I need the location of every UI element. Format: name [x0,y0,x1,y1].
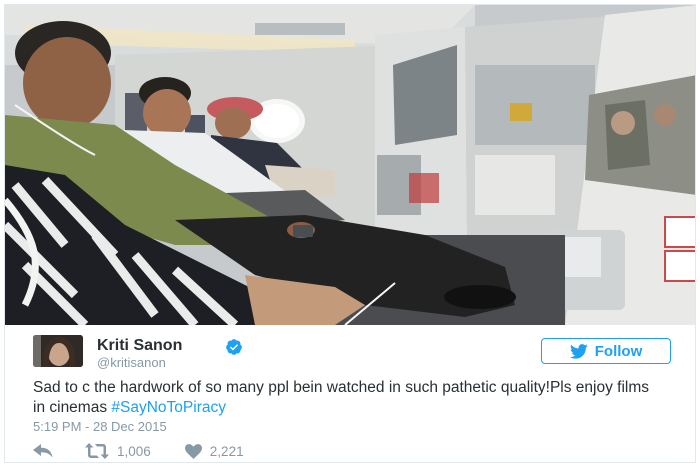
reply-button[interactable] [33,444,53,458]
verified-badge-icon [225,338,243,356]
like-button[interactable]: 2,221 [184,443,244,459]
profile-photo [33,335,83,367]
follow-label: Follow [594,342,643,360]
author-name[interactable]: Kriti Sanon [97,337,182,355]
tweet-text: Sad to c the hardwork of so many ppl bei… [33,378,653,418]
hashtag-link[interactable]: #SayNoToPiracy [111,399,226,416]
retweet-button[interactable]: 1,006 [85,443,151,459]
tweet-actions: 1,006 2,221 [33,441,244,461]
tweet-timestamp[interactable]: 5:19 PM - 28 Dec 2015 [33,419,167,434]
twitter-bird-icon [569,343,588,359]
heart-icon [184,443,202,459]
like-count: 2,221 [209,443,244,459]
retweet-count: 1,006 [117,443,151,459]
airplane-cabin-photo [5,5,695,325]
avatar[interactable] [33,335,83,367]
embedded-tweet: Kriti Sanon @kritisanon Follow Sad to c … [4,4,696,463]
author-handle[interactable]: @kritisanon [97,355,166,370]
tweet-photo[interactable] [5,5,695,325]
retweet-icon [85,443,109,459]
reply-icon [33,444,53,458]
follow-button[interactable]: Follow [541,338,671,364]
